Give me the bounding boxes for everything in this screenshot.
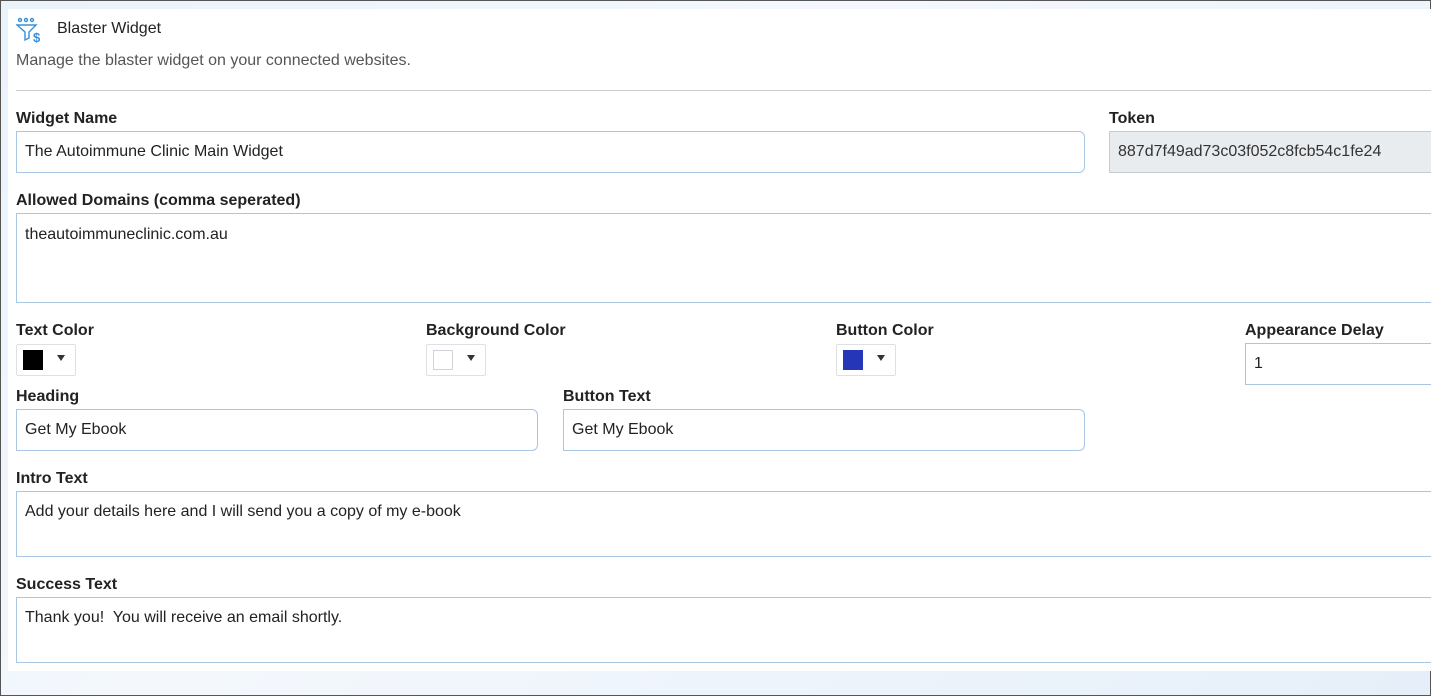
chevron-down-icon [467, 355, 475, 361]
text-color-swatch [23, 350, 43, 370]
background-color-label: Background Color [426, 322, 566, 339]
text-color-picker[interactable] [16, 344, 76, 376]
button-text-input[interactable]: Get My Ebook [563, 409, 1085, 451]
svg-text:$: $ [33, 30, 41, 43]
button-text-label: Button Text [563, 388, 651, 405]
page-title: Blaster Widget [57, 20, 162, 37]
chevron-down-icon [877, 355, 885, 361]
background-color-picker[interactable] [426, 344, 486, 376]
heading-input[interactable]: Get My Ebook [16, 409, 538, 451]
allowed-domains-textarea[interactable]: theautoimmuneclinic.com.au [16, 213, 1431, 303]
heading-value: Get My Ebook [25, 421, 127, 438]
widget-name-label: Widget Name [16, 110, 118, 127]
page-subtitle: Manage the blaster widget on your connec… [16, 52, 411, 69]
funnel-dollar-icon: $ [16, 17, 41, 43]
appearance-delay-value: 1 [1254, 355, 1263, 372]
widget-name-input[interactable]: The Autoimmune Clinic Main Widget [16, 131, 1085, 173]
chevron-down-icon [57, 355, 65, 361]
heading-label: Heading [16, 388, 80, 405]
button-color-picker[interactable] [836, 344, 896, 376]
success-text-label: Success Text [16, 576, 118, 593]
appearance-delay-input[interactable]: 1 [1245, 343, 1431, 385]
allowed-domains-value: theautoimmuneclinic.com.au [25, 226, 228, 243]
widget-name-value: The Autoimmune Clinic Main Widget [25, 143, 283, 160]
token-label: Token [1109, 110, 1155, 127]
text-color-label: Text Color [16, 322, 94, 339]
intro-text-label: Intro Text [16, 470, 88, 487]
button-color-label: Button Color [836, 322, 934, 339]
button-color-swatch [843, 350, 863, 370]
token-field: 887d7f49ad73c03f052c8fcb54c1fe24 [1109, 131, 1431, 173]
appearance-delay-label: Appearance Delay [1245, 322, 1384, 339]
widget-panel [8, 9, 1431, 671]
intro-text-textarea[interactable]: Add your details here and I will send yo… [16, 491, 1431, 557]
allowed-domains-label: Allowed Domains (comma seperated) [16, 192, 301, 209]
header-divider [16, 90, 1431, 91]
background-color-swatch [433, 350, 453, 370]
success-text-textarea[interactable]: Thank you! You will receive an email sho… [16, 597, 1431, 663]
token-value: 887d7f49ad73c03f052c8fcb54c1fe24 [1118, 143, 1382, 160]
success-text-value: Thank you! You will receive an email sho… [25, 609, 343, 626]
intro-text-value: Add your details here and I will send yo… [25, 503, 461, 520]
button-text-value: Get My Ebook [572, 421, 674, 438]
